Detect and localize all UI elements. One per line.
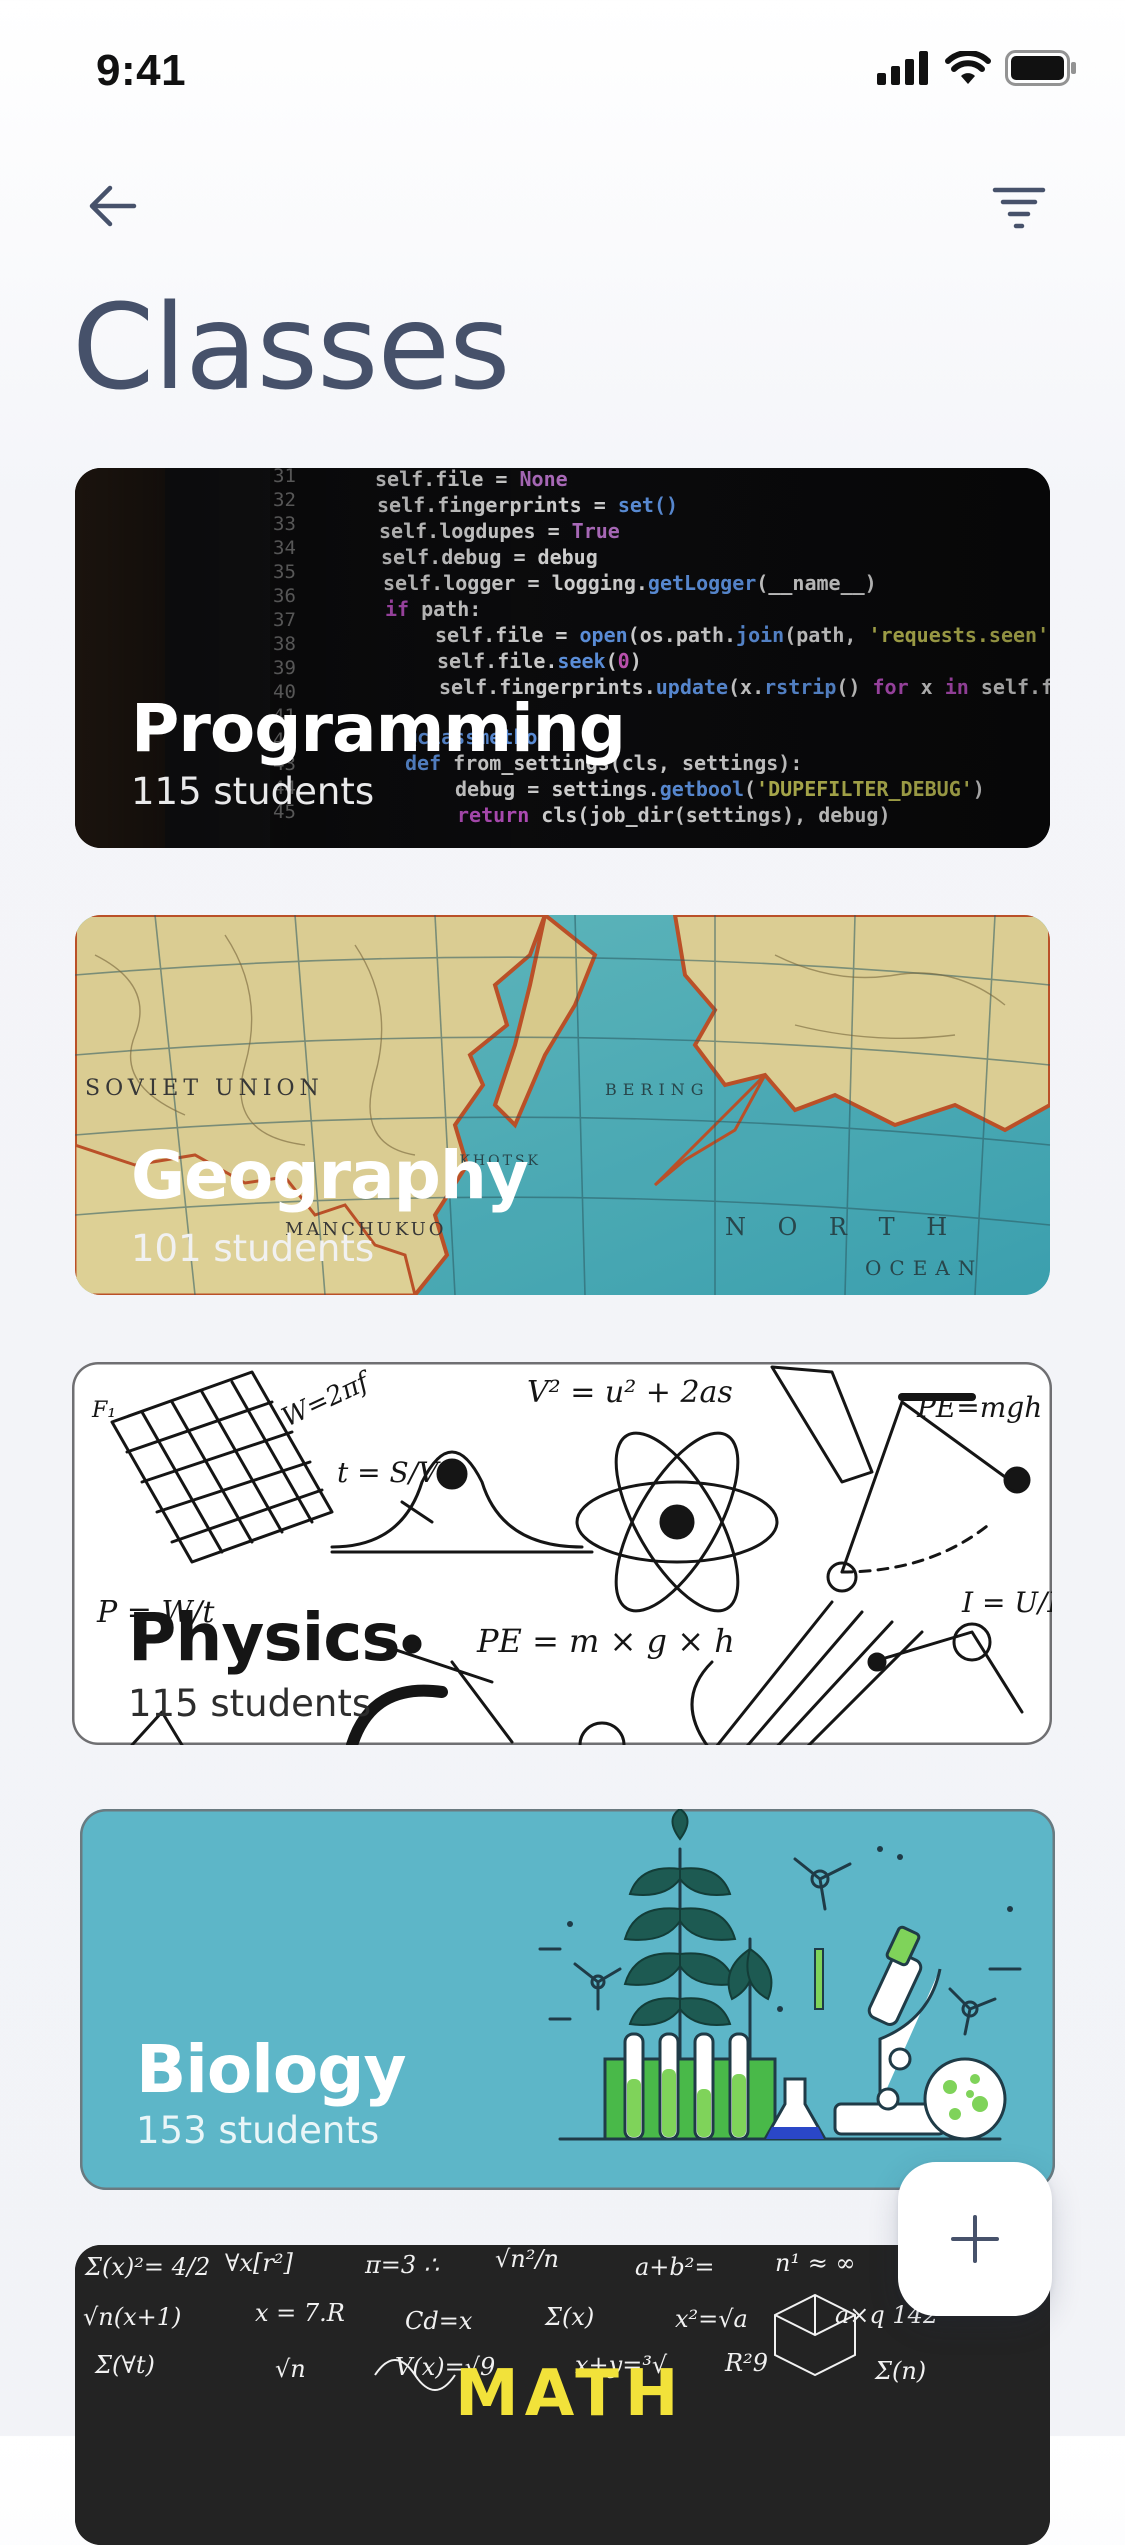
class-name: Biology: [136, 2031, 407, 2108]
svg-text:π=3 ∴: π=3 ∴: [364, 2251, 440, 2279]
svg-text:PE = m × g × h: PE = m × g × h: [476, 1622, 735, 1660]
svg-text:Σ(∀t): Σ(∀t): [94, 2351, 155, 2379]
svg-text:n¹ ≈ ∞: n¹ ≈ ∞: [775, 2249, 855, 2277]
class-card-biology[interactable]: Biology 153 students: [80, 1809, 1055, 2190]
back-button[interactable]: [76, 170, 148, 242]
filter-button[interactable]: [983, 170, 1055, 242]
class-card-programming[interactable]: 313233 343536 373839 404142 434445 self.…: [75, 468, 1050, 848]
svg-text:W=2πf: W=2πf: [277, 1366, 377, 1434]
svg-text:Cd=x: Cd=x: [405, 2307, 473, 2335]
signal-icon: [877, 51, 931, 90]
class-card-physics[interactable]: W=2πf V² = u² + 2as t = S/V PE=mgh P = W…: [72, 1362, 1052, 1745]
svg-text:R²9: R²9: [724, 2349, 768, 2377]
svg-text:a+b²=: a+b²=: [635, 2253, 715, 2281]
svg-text:x²=√a: x²=√a: [675, 2305, 748, 2333]
svg-text:PE=mgh: PE=mgh: [916, 1391, 1042, 1424]
class-student-count: 115 students: [131, 770, 375, 813]
battery-icon: [1005, 50, 1077, 91]
svg-text:MATH: MATH: [455, 2357, 684, 2431]
svg-text:Σ(x): Σ(x): [544, 2303, 594, 2331]
svg-text:F₁: F₁: [91, 1398, 116, 1423]
svg-text:√n²/n: √n²/n: [495, 2245, 559, 2273]
page-title: Classes: [72, 278, 511, 416]
class-name: Geography: [131, 1137, 529, 1214]
svg-text:V² = u² + 2as: V² = u² + 2as: [527, 1375, 733, 1410]
add-class-button[interactable]: [898, 2162, 1052, 2316]
class-card-geography[interactable]: SOVIET UNION MANCHUKUO N O R T H OCEAN B…: [75, 915, 1050, 1295]
plus-icon: [951, 2215, 999, 2263]
svg-text:√n: √n: [275, 2355, 306, 2383]
svg-text:t = S/V: t = S/V: [337, 1456, 441, 1489]
svg-text:Σ(x)²= 4/2: Σ(x)²= 4/2: [84, 2253, 210, 2281]
arrow-left-icon: [89, 185, 137, 227]
class-student-count: 153 students: [136, 2109, 380, 2152]
svg-text:Σ(n): Σ(n): [874, 2357, 926, 2385]
svg-text:x = 7.R: x = 7.R: [255, 2299, 345, 2327]
status-time: 9:41: [96, 46, 187, 95]
class-student-count: 101 students: [131, 1227, 375, 1270]
status-bar: 9:41: [0, 0, 1125, 140]
svg-text:√n(x+1): √n(x+1): [83, 2303, 181, 2331]
wifi-icon: [945, 50, 991, 90]
svg-text:∀x[r²]: ∀x[r²]: [225, 2249, 293, 2277]
class-name: Programming: [131, 690, 626, 767]
class-student-count: 115 students: [128, 1682, 372, 1725]
class-name: Physics: [128, 1599, 401, 1676]
filter-icon: [992, 187, 1046, 229]
status-icons: [877, 50, 1077, 91]
svg-text:I = U/R: I = U/R: [961, 1586, 1052, 1619]
